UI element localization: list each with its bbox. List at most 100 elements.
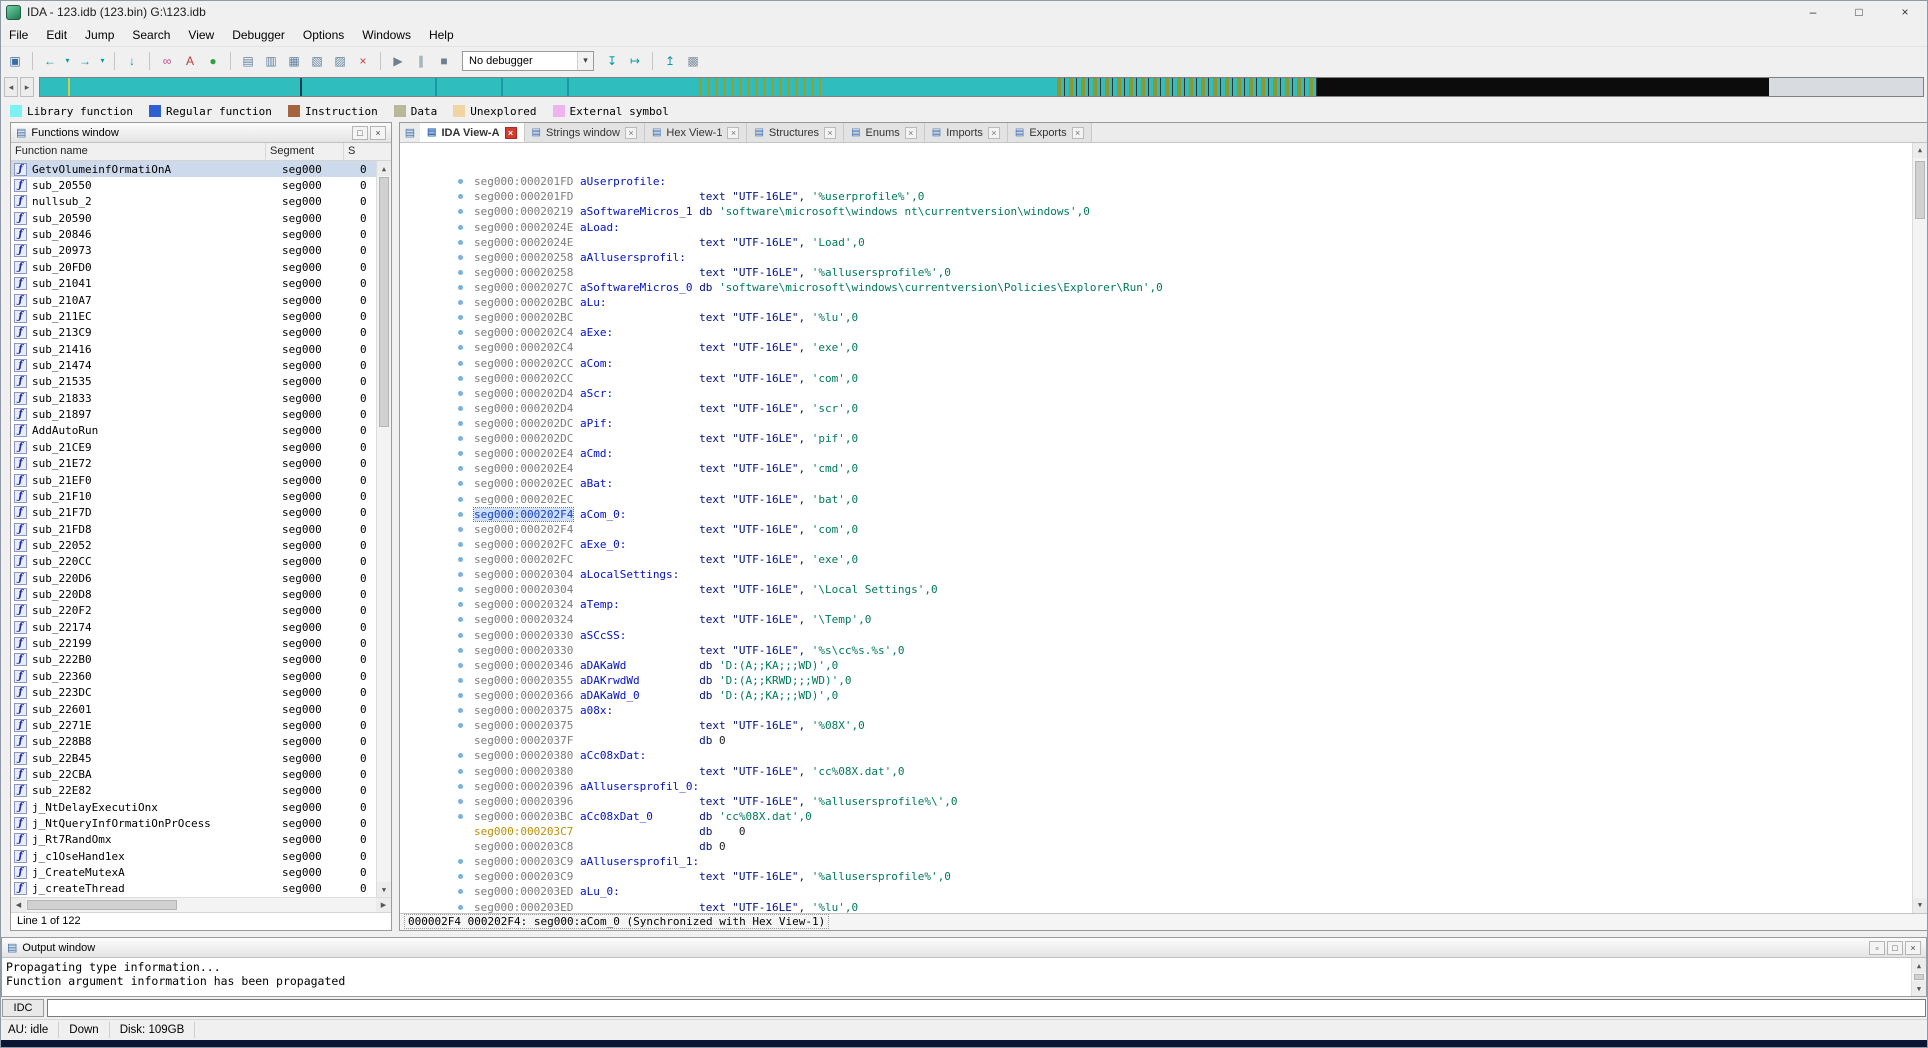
disassembly-line[interactable]: seg000:000203C7 db 0 (400, 824, 1927, 839)
chevron-down-icon[interactable]: ▾ (577, 51, 593, 70)
function-row[interactable]: ƒ sub_21897 seg000 0 (11, 406, 391, 422)
menu-view[interactable]: View (179, 26, 223, 44)
column-header-segment[interactable]: Segment (266, 143, 344, 160)
menu-windows[interactable]: Windows (353, 26, 420, 44)
cli-input[interactable] (47, 999, 1926, 1017)
disassembly-line[interactable]: seg000:00020375 a08x: (400, 703, 1927, 718)
disassembly-line[interactable]: seg000:00020380 aCc08xDat: (400, 748, 1927, 763)
navband-left-arrow-icon[interactable]: ◂ (4, 77, 18, 97)
function-row[interactable]: ƒ sub_223DC seg000 0 (11, 685, 391, 701)
scroll-thumb[interactable] (1915, 161, 1925, 219)
disassembly-line[interactable]: seg000:000202F4 text "UTF-16LE", 'com',0 (400, 522, 1927, 537)
search-binary-icon[interactable]: ∞ (156, 50, 178, 72)
function-row[interactable]: ƒ nullsub_2 seg000 0 (11, 194, 391, 210)
function-row[interactable]: ƒ sub_21FD8 seg000 0 (11, 521, 391, 537)
disassembly-line[interactable]: seg000:000203C8 db 0 (400, 839, 1927, 854)
scroll-up-icon[interactable]: ▲ (1912, 958, 1926, 973)
open-hex-icon[interactable]: ▦ (283, 50, 305, 72)
close-icon[interactable]: × (370, 125, 386, 140)
function-row[interactable]: ƒ sub_21474 seg000 0 (11, 357, 391, 373)
disassembly-line[interactable]: seg000:0002024E aLoad: (400, 220, 1927, 235)
function-row[interactable]: ƒ sub_20FD0 seg000 0 (11, 259, 391, 275)
menu-options[interactable]: Options (294, 26, 353, 44)
step-into-icon[interactable]: ↧ (601, 50, 623, 72)
function-row[interactable]: ƒ sub_22174 seg000 0 (11, 619, 391, 635)
disassembly-line[interactable]: seg000:000202BC text "UTF-16LE", '%lu',0 (400, 310, 1927, 325)
close-icon[interactable]: × (504, 126, 517, 139)
scroll-left-icon[interactable]: ◀ (11, 898, 26, 912)
functions-titlebar[interactable]: ▤ Functions window □ × (11, 123, 391, 143)
minimize-button[interactable]: – (1790, 0, 1836, 24)
function-row[interactable]: ƒ sub_22052 seg000 0 (11, 537, 391, 553)
function-row[interactable]: ƒ sub_222B0 seg000 0 (11, 652, 391, 668)
navigate-forward-icon[interactable]: → (74, 50, 96, 72)
function-row[interactable]: ƒ sub_21833 seg000 0 (11, 390, 391, 406)
function-row[interactable]: ƒ sub_21E72 seg000 0 (11, 455, 391, 471)
close-icon[interactable]: × (1071, 126, 1084, 139)
jump-address-icon[interactable]: ↓ (121, 50, 143, 72)
menu-help[interactable]: Help (420, 26, 463, 44)
disassembly-line[interactable]: seg000:00020380 text "UTF-16LE", 'cc%08X… (400, 764, 1927, 779)
tab-imports[interactable]: ▤ Imports × (924, 123, 1008, 142)
scroll-thumb[interactable] (379, 177, 389, 427)
function-row[interactable]: ƒ sub_211EC seg000 0 (11, 308, 391, 324)
disassembly-line[interactable]: seg000:00020258 aAllusersprofil: (400, 250, 1927, 265)
cli-selector-button[interactable]: IDC (2, 999, 44, 1017)
disassembly-line[interactable]: seg000:00020396 aAllusersprofil_0: (400, 779, 1927, 794)
save-database-icon[interactable]: ▣ (4, 50, 26, 72)
menu-jump[interactable]: Jump (76, 26, 123, 44)
function-row[interactable]: ƒ sub_21F10 seg000 0 (11, 488, 391, 504)
disassembly-line[interactable]: seg000:000202D4 text "UTF-16LE", 'scr',0 (400, 401, 1927, 416)
tab-enums[interactable]: ▤ Enums × (844, 123, 925, 142)
disassembly-line[interactable]: seg000:0002027C aSoftwareMicros_0 db 'so… (400, 280, 1927, 295)
tab-hex-view-1[interactable]: ▤ Hex View-1 × (644, 123, 748, 142)
function-row[interactable]: ƒ sub_20973 seg000 0 (11, 243, 391, 259)
disassembly-line[interactable]: seg000:00020324 text "UTF-16LE", '\Temp'… (400, 612, 1927, 627)
disassembly-line[interactable]: seg000:00020396 text "UTF-16LE", '%allus… (400, 794, 1927, 809)
pause-process-icon[interactable]: ∥ (410, 50, 432, 72)
disassembly-line[interactable]: seg000:000201FD aUserprofile: (400, 174, 1927, 189)
close-icon[interactable]: × (727, 126, 740, 139)
navigate-back-menu-icon[interactable]: ▾ (62, 50, 73, 72)
disassembly-line[interactable]: seg000:000202C4 text "UTF-16LE", 'exe',0 (400, 340, 1927, 355)
disassembly-line[interactable]: seg000:00020324 aTemp: (400, 597, 1927, 612)
navband-right-arrow-icon[interactable]: ▸ (20, 77, 34, 97)
disassembly-line[interactable]: seg000:000203C9 text "UTF-16LE", '%allus… (400, 869, 1927, 884)
close-icon[interactable]: × (904, 126, 917, 139)
step-over-icon[interactable]: ↦ (624, 50, 646, 72)
function-row[interactable]: ƒ sub_213C9 seg000 0 (11, 325, 391, 341)
tab-exports[interactable]: ▤ Exports × (1007, 123, 1092, 142)
disassembly-line[interactable]: seg000:000201FD text "UTF-16LE", '%userp… (400, 189, 1927, 204)
close-button[interactable]: × (1882, 0, 1928, 24)
disassembly-line[interactable]: seg000:000202D4 aScr: (400, 386, 1927, 401)
disassembly-line[interactable]: seg000:00020304 text "UTF-16LE", '\Local… (400, 582, 1927, 597)
disassembly-line[interactable]: seg000:000202CC text "UTF-16LE", 'com',0 (400, 371, 1927, 386)
scroll-thumb[interactable] (1914, 974, 1924, 980)
scroll-thumb[interactable] (27, 900, 177, 910)
undock-icon[interactable]: □ (352, 125, 368, 140)
output-log[interactable]: Propagating type information... Function … (2, 958, 1926, 996)
disassembly-line[interactable]: seg000:00020330 text "UTF-16LE", '%s\cc%… (400, 643, 1927, 658)
function-row[interactable]: ƒ j_NtDelayExecutiOnx seg000 0 (11, 799, 391, 815)
delete-function-icon[interactable]: × (352, 50, 374, 72)
disassembly-line[interactable]: seg000:00020355 aDAKrwdWd db 'D:(A;;KRWD… (400, 673, 1927, 688)
disassembly-line[interactable]: seg000:000202FC aExe_0: (400, 537, 1927, 552)
disassembly-line[interactable]: seg000:000203ED aLu_0: (400, 884, 1927, 899)
function-row[interactable]: ƒ sub_22360 seg000 0 (11, 668, 391, 684)
disassembly-line[interactable]: seg000:00020304 aLocalSettings: (400, 567, 1927, 582)
function-row[interactable]: ƒ sub_21F7D seg000 0 (11, 505, 391, 521)
disassembly-line[interactable]: seg000:00020330 aSCcSS: (400, 628, 1927, 643)
disassembly-line[interactable]: seg000:0002037F db 0 (400, 733, 1927, 748)
scroll-right-icon[interactable]: ▶ (376, 898, 391, 912)
breakpoint-list-icon[interactable]: ▩ (682, 50, 704, 72)
disassembly-line[interactable]: seg000:000202BC aLu: (400, 295, 1927, 310)
disassembly-line[interactable]: seg000:000203BC aCc08xDat_0 db 'cc%08X.d… (400, 809, 1927, 824)
disassembly-line[interactable]: seg000:00020258 text "UTF-16LE", '%allus… (400, 265, 1927, 280)
menu-debugger[interactable]: Debugger (223, 26, 294, 44)
search-text-icon[interactable]: A (179, 50, 201, 72)
function-row[interactable]: ƒ j_c1OseHand1ex seg000 0 (11, 848, 391, 864)
function-row[interactable]: ƒ sub_2271E seg000 0 (11, 717, 391, 733)
disassembly-line[interactable]: seg000:000202E4 aCmd: (400, 446, 1927, 461)
navigator-band[interactable] (39, 77, 1924, 97)
close-icon[interactable]: × (987, 126, 1000, 139)
